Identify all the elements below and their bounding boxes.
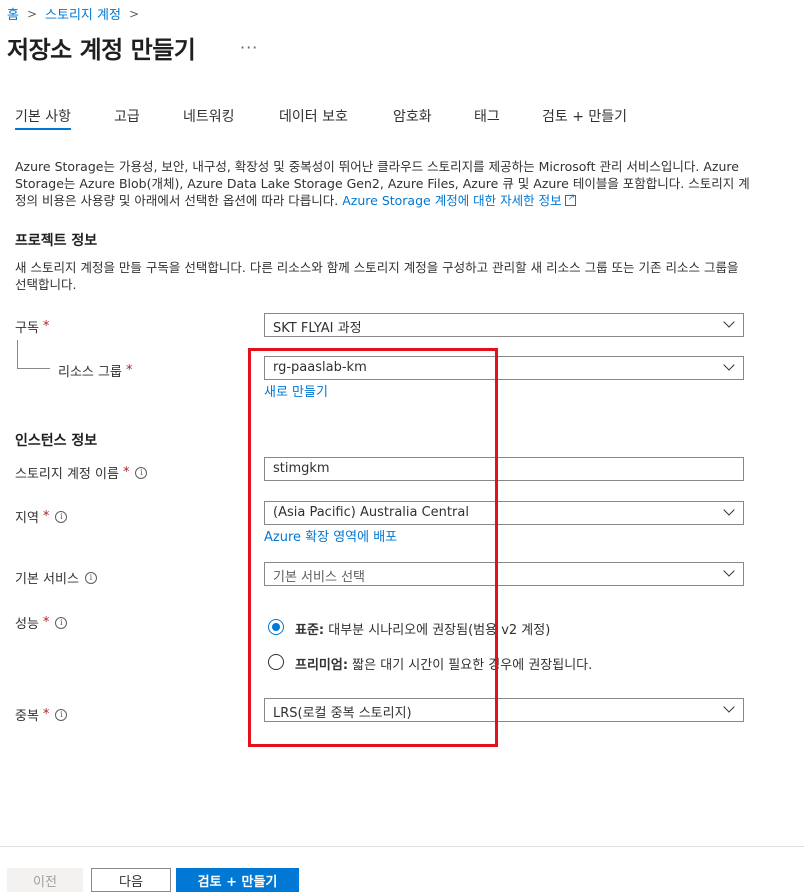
instance-details-heading: 인스턴스 정보 [15,433,98,449]
deploy-edge-zone-link[interactable]: Azure 확장 영역에 배포 [264,526,397,545]
create-new-resource-group-link[interactable]: 새로 만들기 [264,381,328,400]
performance-label: 성능 * i [15,613,68,632]
info-icon[interactable]: i [55,708,68,721]
primary-service-placeholder: 기본 서비스 선택 [273,570,365,585]
tab-encryption[interactable]: 암호화 [393,106,432,126]
region-label: 지역 * i [15,507,68,526]
performance-premium-label: 프리미엄: 짧은 대기 시간이 필요한 경우에 권장됩니다. [295,658,593,673]
chevron-right-icon: > [26,6,38,21]
subscription-label: 구독 * [15,319,50,336]
learn-more-link[interactable]: Azure Storage 계정에 대한 자세한 정보 [342,193,561,208]
highlight-box [248,348,498,747]
info-icon[interactable]: i [55,510,68,523]
breadcrumb-storage-accounts[interactable]: 스토리지 계정 [45,4,121,23]
next-button[interactable]: 다음 [91,868,171,892]
storage-description: Azure Storage는 가용성, 보안, 내구성, 확장성 및 중복성이 … [15,158,750,209]
breadcrumb-home[interactable]: 홈 [7,4,19,23]
resource-group-label: 리소스 그룹 * [58,363,133,380]
tab-basics[interactable]: 기본 사항 [15,106,71,130]
required-mark: * [122,465,130,480]
account-name-input[interactable]: stimgkm [264,457,744,481]
tree-connector [17,340,18,368]
project-details-description: 새 스토리지 계정을 만들 구독을 선택합니다. 다른 리소스와 함께 스토리지… [15,260,739,292]
chevron-down-icon [723,316,735,328]
review-create-button[interactable]: 검토 + 만들기 [176,868,299,892]
info-icon[interactable]: i [84,571,97,584]
redundancy-select[interactable]: LRS(로컬 중복 스토리지) [264,698,744,722]
required-mark: * [42,615,50,630]
chevron-down-icon [723,504,735,516]
region-select[interactable]: (Asia Pacific) Australia Central [264,501,744,525]
required-mark: * [42,509,50,524]
external-link-icon[interactable] [564,190,576,207]
footer-divider [0,846,804,847]
tab-review-create[interactable]: 검토 + 만들기 [542,106,627,126]
tab-bar: 기본 사항 고급 네트워킹 데이터 보호 암호화 태그 검토 + 만들기 [0,104,804,130]
primary-service-label: 기본 서비스 i [15,568,97,587]
redundancy-label: 중복 * i [15,705,68,724]
tree-connector [17,368,50,369]
page-title: 저장소 계정 만들기 [7,36,196,64]
redundancy-value: LRS(로컬 중복 스토리지) [273,706,412,721]
resource-group-select[interactable]: rg-paaslab-km [264,356,744,380]
resource-group-value: rg-paaslab-km [273,360,367,375]
required-mark: * [42,319,50,334]
tab-tags[interactable]: 태그 [474,106,500,126]
previous-button[interactable]: 이전 [7,868,83,892]
subscription-select[interactable]: SKT FLYAI 과정 [264,313,744,337]
required-mark: * [125,363,133,378]
region-value: (Asia Pacific) Australia Central [273,505,469,520]
subscription-value: SKT FLYAI 과정 [273,321,362,336]
chevron-down-icon [723,565,735,577]
performance-standard-radio[interactable] [268,619,284,635]
more-options-icon[interactable]: ··· [240,38,258,57]
info-icon[interactable]: i [55,616,68,629]
breadcrumb: 홈 > 스토리지 계정 > [7,4,147,24]
chevron-right-icon: > [128,6,139,21]
required-mark: * [42,707,50,722]
primary-service-select[interactable]: 기본 서비스 선택 [264,562,744,586]
tab-networking[interactable]: 네트워킹 [183,106,235,126]
account-name-label: 스토리지 계정 이름 * i [15,463,148,482]
performance-premium-radio[interactable] [268,654,284,670]
chevron-down-icon [723,701,735,713]
chevron-down-icon [723,359,735,371]
project-details-heading: 프로젝트 정보 [15,233,98,249]
tab-advanced[interactable]: 고급 [114,106,140,126]
account-name-value: stimgkm [273,461,330,476]
info-icon[interactable]: i [135,466,148,479]
performance-standard-label: 표준: 대부분 시나리오에 권장됨(범용 v2 계정) [295,623,551,638]
tab-data-protection[interactable]: 데이터 보호 [279,106,348,126]
